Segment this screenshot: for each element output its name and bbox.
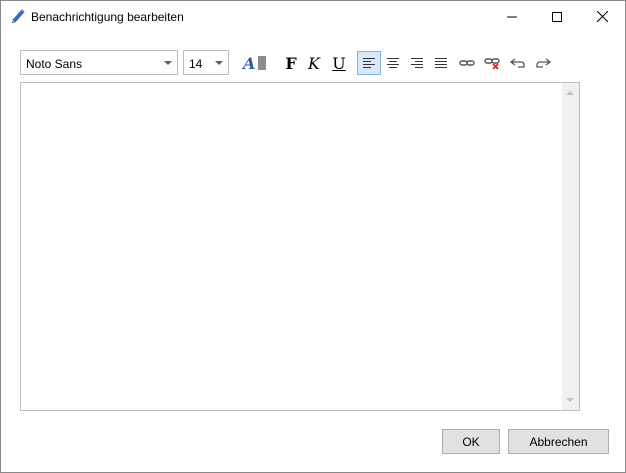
align-center-button[interactable] bbox=[381, 51, 405, 75]
title-bar[interactable]: Benachrichtigung bearbeiten bbox=[1, 1, 625, 32]
maximize-icon bbox=[552, 11, 562, 22]
align-center-icon bbox=[387, 58, 399, 68]
align-right-icon bbox=[411, 58, 423, 68]
maximize-button[interactable] bbox=[534, 1, 580, 32]
italic-label: K bbox=[308, 53, 320, 73]
font-size-value: 14 bbox=[189, 57, 203, 71]
font-size-select[interactable]: 14 bbox=[183, 50, 229, 75]
undo-button[interactable] bbox=[506, 51, 530, 75]
rich-text-editor[interactable] bbox=[20, 82, 580, 411]
text-color-icon: A bbox=[241, 54, 266, 72]
redo-button[interactable] bbox=[531, 51, 555, 75]
justify-icon bbox=[435, 58, 447, 68]
minimize-button[interactable] bbox=[489, 1, 535, 32]
font-family-value: Noto Sans bbox=[26, 57, 83, 71]
underline-button[interactable]: U bbox=[327, 51, 351, 75]
undo-icon bbox=[510, 58, 525, 68]
close-icon bbox=[596, 11, 608, 22]
align-left-icon bbox=[363, 58, 375, 68]
link-icon bbox=[459, 60, 475, 66]
chevron-down-icon bbox=[215, 61, 223, 65]
align-right-button[interactable] bbox=[405, 51, 429, 75]
underline-label: U bbox=[332, 53, 346, 73]
notification-edit-dialog: Benachrichtigung bearbeiten Noto Sans 14… bbox=[0, 0, 626, 473]
font-family-select[interactable]: Noto Sans bbox=[20, 50, 178, 75]
unlink-icon bbox=[484, 58, 500, 70]
justify-button[interactable] bbox=[429, 51, 453, 75]
bold-button[interactable]: F bbox=[279, 51, 303, 75]
align-left-button[interactable] bbox=[357, 51, 381, 75]
chevron-down-icon bbox=[164, 61, 172, 65]
text-color-button[interactable]: A bbox=[239, 51, 271, 75]
remove-link-button[interactable] bbox=[480, 51, 504, 75]
ok-button[interactable]: OK bbox=[442, 429, 500, 454]
insert-link-button[interactable] bbox=[455, 51, 479, 75]
svg-text:A: A bbox=[241, 54, 255, 72]
scroll-down-icon[interactable] bbox=[566, 398, 574, 402]
bold-label: F bbox=[285, 53, 297, 73]
pencil-icon bbox=[10, 8, 26, 24]
scroll-up-icon[interactable] bbox=[566, 91, 574, 95]
minimize-icon bbox=[507, 16, 517, 17]
vertical-scrollbar[interactable] bbox=[562, 83, 579, 410]
close-button[interactable] bbox=[579, 1, 625, 32]
cancel-button[interactable]: Abbrechen bbox=[508, 429, 609, 454]
redo-icon bbox=[536, 58, 551, 68]
italic-button[interactable]: K bbox=[302, 51, 326, 75]
window-title: Benachrichtigung bearbeiten bbox=[31, 10, 184, 24]
